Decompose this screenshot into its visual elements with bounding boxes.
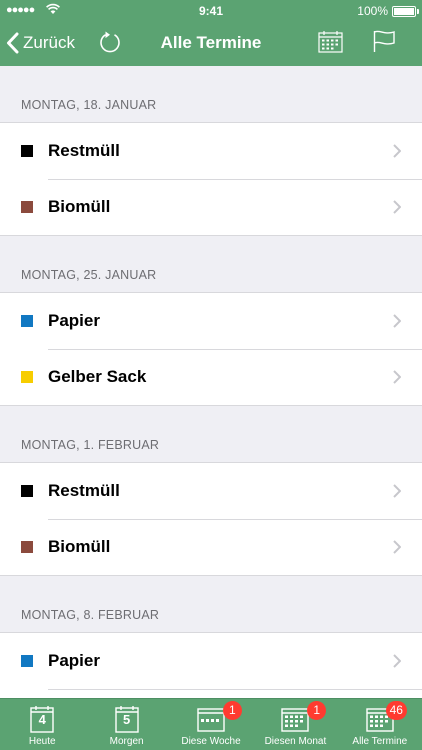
list-item-label: Restmüll <box>48 141 120 160</box>
list-item[interactable]: Papier <box>0 633 422 689</box>
battery-percentage: 100% <box>357 4 388 18</box>
tab-bar: 4 Heute 5 Morgen 1 Diese Woche 1 Diesen … <box>0 698 422 750</box>
tab-badge: 46 <box>385 701 407 720</box>
tab-badge: 1 <box>307 701 327 720</box>
list-item-label: Restmüll <box>48 481 120 500</box>
battery-icon <box>392 6 419 17</box>
tab-alle-termine[interactable]: 46 Alle Termine <box>338 699 422 750</box>
tab-diese-woche[interactable]: 1 Diese Woche <box>169 699 253 750</box>
header-bar: ●●●●● 9:41 100% Zurück Alle Termine <box>0 0 422 66</box>
color-swatch <box>21 655 33 667</box>
navigation-bar: Zurück Alle Termine <box>0 22 422 66</box>
list-item-label: Biomüll <box>48 197 111 216</box>
flag-icon[interactable] <box>372 29 396 53</box>
chevron-right-icon <box>393 200 401 214</box>
list-item-label: Biomüll <box>48 537 111 556</box>
chevron-right-icon <box>393 540 401 554</box>
tab-label: Heute <box>28 736 56 747</box>
tab-diesen-monat[interactable]: 1 Diesen Monat <box>253 699 337 750</box>
tab-day-number: 5 <box>122 712 131 727</box>
chevron-right-icon <box>393 144 401 158</box>
tab-label: Diesen Monat <box>264 736 327 747</box>
calendar-icon[interactable] <box>318 30 343 53</box>
list-item[interactable]: Gelber Sack <box>0 349 422 405</box>
tab-badge: 1 <box>222 701 242 720</box>
color-swatch <box>21 371 33 383</box>
list-item[interactable] <box>0 689 422 698</box>
list-item[interactable]: Restmüll <box>0 463 422 519</box>
chevron-right-icon <box>393 484 401 498</box>
color-swatch <box>21 541 33 553</box>
list-item[interactable]: Papier <box>0 293 422 349</box>
section-rows: Restmüll Biomüll <box>0 462 422 576</box>
list-item-label: Papier <box>48 651 100 670</box>
list-item[interactable]: Biomüll <box>0 519 422 575</box>
color-swatch <box>21 315 33 327</box>
appointment-list[interactable]: MONTAG, 18. JANUAR Restmüll Biomüll MONT… <box>0 66 422 698</box>
chevron-right-icon <box>393 370 401 384</box>
section-rows: Papier Gelber Sack <box>0 292 422 406</box>
tab-label: Alle Termine <box>352 736 408 747</box>
back-button-label: Zurück <box>23 33 75 52</box>
chevron-right-icon <box>393 314 401 328</box>
tab-heute[interactable]: 4 Heute <box>0 699 84 750</box>
section-header: MONTAG, 18. JANUAR <box>0 66 422 122</box>
list-item-label: Gelber Sack <box>48 367 147 386</box>
tab-label: Diese Woche <box>181 736 241 747</box>
color-swatch <box>21 201 33 213</box>
section-header: MONTAG, 1. FEBRUAR <box>0 406 422 462</box>
list-item[interactable]: Restmüll <box>0 123 422 179</box>
section-header: MONTAG, 25. JANUAR <box>0 236 422 292</box>
refresh-icon[interactable] <box>98 30 122 54</box>
section-header: MONTAG, 8. FEBRUAR <box>0 576 422 632</box>
section-rows: Papier <box>0 632 422 698</box>
chevron-left-icon <box>7 32 19 54</box>
section-rows: Restmüll Biomüll <box>0 122 422 236</box>
color-swatch <box>21 485 33 497</box>
status-bar: ●●●●● 9:41 100% <box>0 0 422 22</box>
tab-morgen[interactable]: 5 Morgen <box>84 699 168 750</box>
back-button[interactable]: Zurück <box>6 30 75 56</box>
tab-label: Morgen <box>109 736 144 747</box>
list-item-label: Papier <box>48 311 100 330</box>
color-swatch <box>21 145 33 157</box>
tab-day-number: 4 <box>38 712 46 727</box>
list-item[interactable]: Biomüll <box>0 179 422 235</box>
chevron-right-icon <box>393 654 401 668</box>
